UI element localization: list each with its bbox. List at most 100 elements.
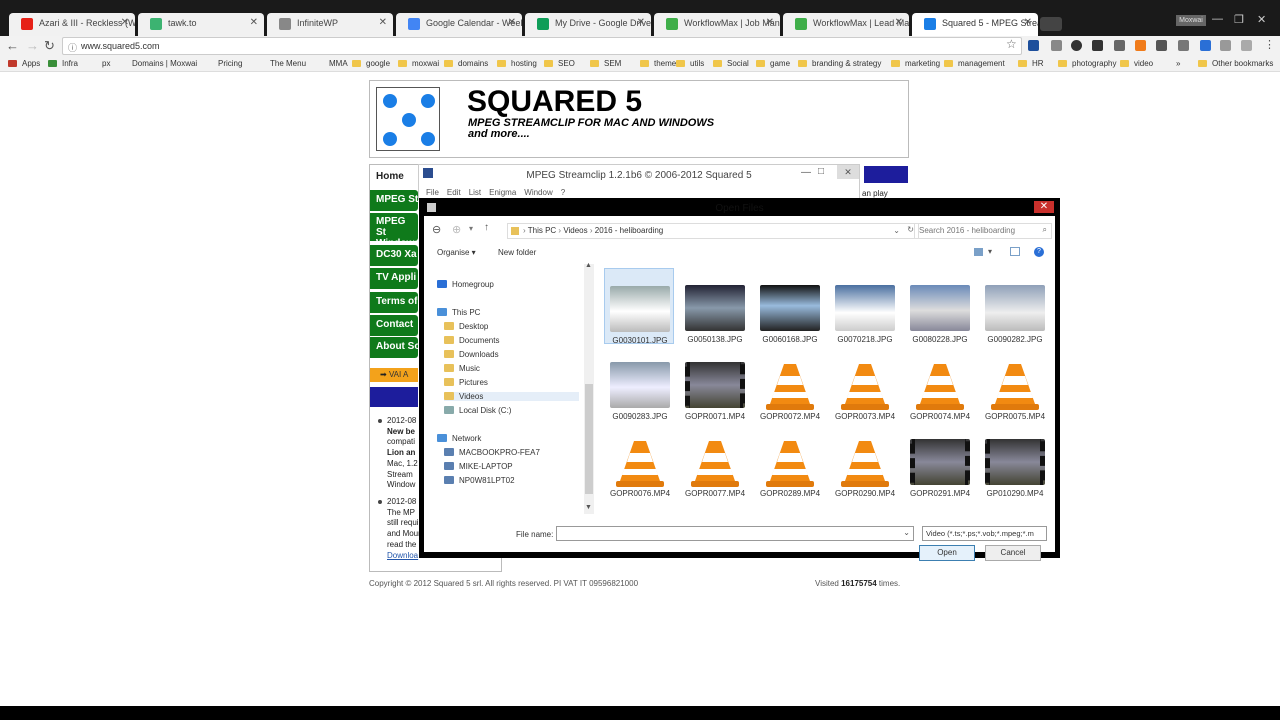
recent-dropdown-icon[interactable]: ▾	[469, 224, 473, 233]
file-item[interactable]: GOPR0074.MP4	[908, 362, 972, 428]
menu-item[interactable]: Window	[524, 188, 552, 197]
bookmark-item[interactable]: marketing	[891, 59, 940, 68]
site-nav-item[interactable]: DC30 Xa	[370, 245, 418, 266]
organise-button[interactable]: Organise ▾	[437, 248, 476, 257]
site-nav-item[interactable]: MPEG St	[370, 190, 418, 211]
bookmark-item[interactable]: px	[88, 59, 110, 68]
bookmark-item[interactable]: Social	[713, 59, 749, 68]
browser-tab[interactable]: Google Calendar - Weel ✕	[396, 13, 522, 36]
site-nav-item[interactable]: TV Appli	[370, 268, 418, 289]
browser-tab[interactable]: WorkflowMax | Lead Ma ✕	[783, 13, 909, 36]
nav-tree-item[interactable]: MIKE-LAPTOP	[444, 462, 513, 471]
browser-tab[interactable]: InfiniteWP ✕	[267, 13, 393, 36]
minimize-icon[interactable]: —	[801, 167, 811, 178]
tab-close-icon[interactable]: ✕	[379, 17, 387, 28]
profile-badge[interactable]: Moxwai	[1176, 15, 1206, 26]
file-type-select[interactable]: Video (*.ts;*.ps;*.vob;*.mpeg;*.m	[922, 526, 1047, 541]
vai-banner[interactable]: ➡ VAI A	[370, 368, 418, 382]
menu-item[interactable]: ?	[561, 188, 565, 197]
close-window-icon[interactable]: ✕	[1257, 13, 1266, 26]
extension-icon[interactable]	[1051, 40, 1062, 51]
minimize-icon[interactable]: —	[1212, 13, 1223, 25]
menu-item[interactable]: List	[469, 188, 481, 197]
file-item[interactable]: G0050138.JPG	[683, 285, 747, 351]
extension-icon[interactable]	[1135, 40, 1146, 51]
file-item[interactable]: G0070218.JPG	[833, 285, 897, 351]
menu-icon[interactable]: ⋮	[1264, 38, 1275, 51]
file-item[interactable]: GOPR0290.MP4	[833, 439, 897, 505]
file-item[interactable]: G0060168.JPG	[758, 285, 822, 351]
file-item[interactable]: G0030101.JPG	[604, 268, 674, 345]
other-bookmarks[interactable]: Other bookmarks	[1198, 59, 1273, 68]
tab-close-icon[interactable]: ✕	[250, 17, 258, 28]
bookmark-item[interactable]: management	[944, 59, 1005, 68]
bookmark-item[interactable]: themes	[640, 59, 680, 68]
tab-close-icon[interactable]: ✕	[1024, 17, 1032, 28]
help-icon[interactable]: ?	[1034, 247, 1044, 257]
tab-close-icon[interactable]: ✕	[508, 17, 516, 28]
extension-m-icon[interactable]	[1092, 40, 1103, 51]
bookmark-item[interactable]: utils	[676, 59, 704, 68]
file-item[interactable]: GOPR0075.MP4	[983, 362, 1047, 428]
browser-tab[interactable]: WorkflowMax | Job Mana ✕	[654, 13, 780, 36]
browser-tab[interactable]: Squared 5 - MPEG Stream✕	[912, 13, 1038, 36]
search-input[interactable]: Search 2016 - heliboarding ⌕	[914, 223, 1052, 239]
bookmark-item[interactable]: google	[352, 59, 390, 68]
bookmark-item[interactable]: The Menu	[256, 59, 306, 68]
bookmark-item[interactable]: Pricing	[204, 59, 242, 68]
nav-tree-item[interactable]: NP0W81LPT02	[444, 476, 515, 485]
bookmark-item[interactable]: SEO	[544, 59, 575, 68]
file-item[interactable]: GOPR0073.MP4	[833, 362, 897, 428]
gear-icon[interactable]	[1071, 40, 1082, 51]
preview-pane-icon[interactable]	[1010, 247, 1020, 256]
file-item[interactable]: G0090282.JPG	[983, 285, 1047, 351]
chevron-down-icon[interactable]: ⌄	[903, 528, 910, 537]
tab-close-icon[interactable]: ✕	[895, 17, 903, 28]
nav-tree-item[interactable]: MACBOOKPRO-FEA7	[444, 448, 540, 457]
file-item[interactable]: GOPR0077.MP4	[683, 439, 747, 505]
up-icon[interactable]: ↑	[484, 222, 489, 233]
bookmark-item[interactable]: Infra	[48, 59, 78, 68]
nav-home[interactable]: Home	[370, 165, 418, 187]
bookmark-star-icon[interactable]: ☆	[1006, 37, 1017, 51]
browser-tab[interactable]: Azari & III - Reckless (Wi ✕	[9, 13, 135, 36]
nav-tree-item[interactable]: Videos	[444, 392, 579, 401]
bookmark-item[interactable]: HR	[1018, 59, 1044, 68]
chevron-down-icon[interactable]: ▾	[988, 247, 992, 256]
refresh-icon[interactable]: ↻	[907, 225, 914, 234]
cancel-button[interactable]: Cancel	[985, 545, 1041, 561]
address-bar[interactable]: ⓘ www.squared5.com	[62, 37, 1022, 55]
menu-item[interactable]: Edit	[447, 188, 461, 197]
bookmark-item[interactable]: SEM	[590, 59, 621, 68]
forward-icon[interactable]: ⊕	[452, 223, 461, 236]
css-extension-icon[interactable]	[1241, 40, 1252, 51]
bookmark-item[interactable]: domains	[444, 59, 488, 68]
new-folder-button[interactable]: New folder	[498, 248, 536, 257]
tab-close-icon[interactable]: ✕	[766, 17, 774, 28]
site-nav-item[interactable]: MPEG St Windows	[370, 213, 418, 241]
close-icon[interactable]: ✕	[837, 165, 859, 179]
bookmark-item[interactable]: photography	[1058, 59, 1116, 68]
back-icon[interactable]: ⊖	[432, 223, 441, 236]
extension-icon[interactable]	[1114, 40, 1125, 51]
back-icon[interactable]: ←	[6, 38, 19, 53]
file-item[interactable]: G0090283.JPG	[608, 362, 672, 428]
bookmark-item[interactable]: video	[1120, 59, 1153, 68]
nav-tree-item[interactable]: Music	[444, 364, 480, 373]
address-breadcrumb[interactable]: › This PC › Videos › 2016 - heliboarding…	[507, 223, 919, 239]
view-options-icon[interactable]	[974, 248, 983, 256]
squared5-logo[interactable]	[376, 87, 440, 151]
file-item[interactable]: GOPR0071.MP4	[683, 362, 747, 428]
extension-icon[interactable]	[1200, 40, 1211, 51]
open-button[interactable]: Open	[919, 545, 975, 561]
file-item[interactable]: GOPR0072.MP4	[758, 362, 822, 428]
site-nav-item[interactable]: Terms of	[370, 292, 418, 313]
maximize-icon[interactable]: ❐	[1234, 13, 1244, 26]
nav-tree-item[interactable]: Desktop	[444, 322, 488, 331]
file-item[interactable]: GP010290.MP4	[983, 439, 1047, 505]
extension-icon[interactable]	[1178, 40, 1189, 51]
browser-tab[interactable]: My Drive - Google Drive ✕	[525, 13, 651, 36]
bookmark-item[interactable]: MMA	[315, 59, 348, 68]
nav-tree-item[interactable]: Documents	[444, 336, 499, 345]
file-item[interactable]: GOPR0289.MP4	[758, 439, 822, 505]
